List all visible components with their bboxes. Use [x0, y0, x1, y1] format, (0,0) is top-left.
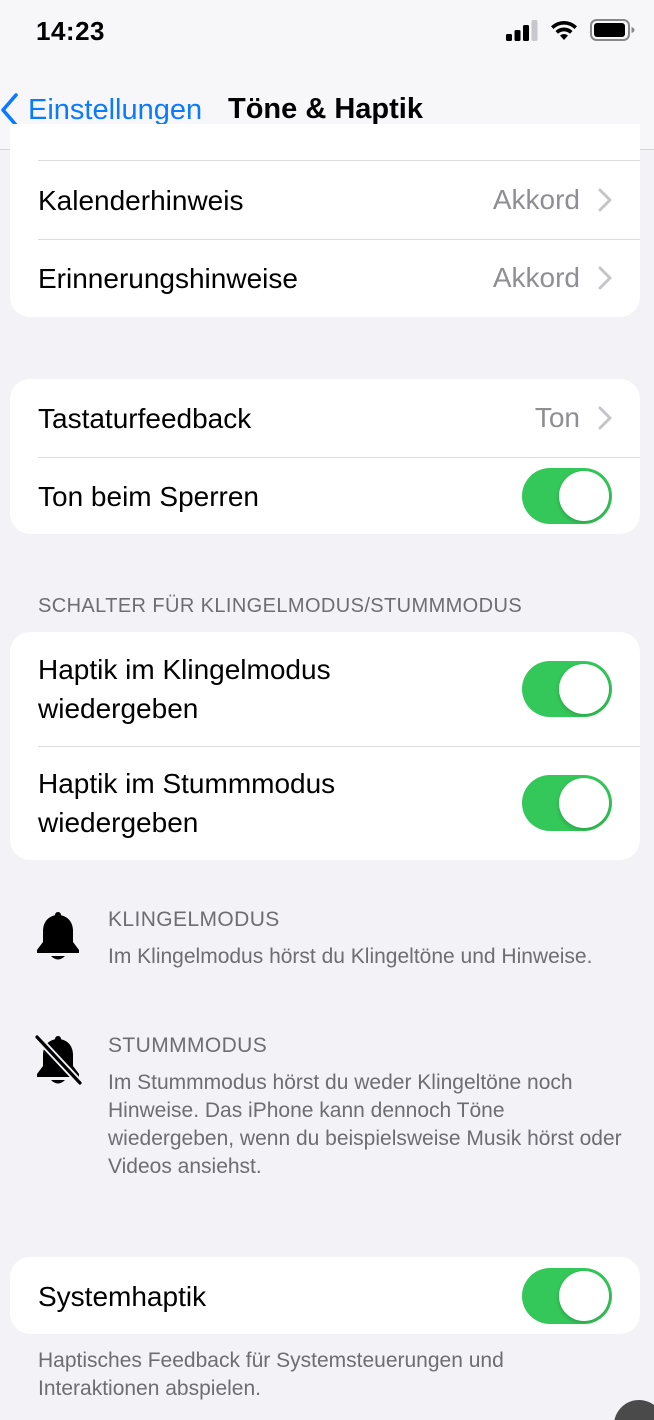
system-haptics-footer: Haptisches Feedback für Systemsteuerunge… — [38, 1349, 504, 1400]
status-time: 14:23 — [36, 16, 105, 46]
silent-mode-info: STUMMMODUS Im Stummmodus hörst du weder … — [0, 1031, 654, 1191]
row-label: Ton beim Sperren — [38, 480, 260, 512]
status-icons — [506, 18, 636, 42]
row-label: Haptik im Klingelmodus wiedergeben — [38, 654, 331, 724]
info-title: KLINGELMODUS — [108, 908, 280, 931]
chevron-right-icon — [598, 406, 612, 430]
haptics-silent-mode-toggle[interactable] — [522, 775, 612, 831]
row-value: Ton — [534, 402, 580, 433]
system-haptics-toggle[interactable] — [522, 1268, 612, 1324]
row-label: Haptik im Stummmodus wiedergeben — [38, 768, 336, 838]
row-lock-sound: Ton beim Sperren — [10, 457, 640, 534]
row-reminder-alerts[interactable]: Erinnerungshinweise Akkord — [10, 239, 640, 317]
info-text: Im Stummmodus hörst du weder Klingeltöne… — [108, 1071, 622, 1178]
system-haptics-group: Systemhaptik — [10, 1257, 640, 1334]
row-value: Akkord — [492, 262, 580, 293]
system-sounds-group: Tastaturfeedback Ton Ton beim Sperren — [10, 379, 640, 534]
section-header: SCHALTER FÜR KLINGELMODUS/STUMMMODUS — [38, 595, 523, 617]
row-label: Erinnerungshinweise — [38, 262, 298, 294]
row-haptics-ring-mode: Haptik im Klingelmodus wiedergeben — [10, 632, 640, 746]
page-title: Töne & Haptik — [228, 93, 423, 125]
ring-mode-info: KLINGELMODUS Im Klingelmodus hörst du Kl… — [0, 905, 654, 1005]
battery-icon — [590, 19, 635, 41]
chevron-right-icon — [598, 266, 612, 290]
assistive-touch-button[interactable] — [614, 1400, 654, 1420]
haptics-ring-mode-toggle[interactable] — [522, 661, 612, 717]
back-button-label: Einstellungen — [28, 93, 203, 126]
chevron-left-icon — [1, 93, 18, 127]
alert-tones-group: Kalenderhinweis Akkord Erinnerungshinwei… — [10, 124, 640, 317]
ring-silent-group: Haptik im Klingelmodus wiedergeben Hapti… — [10, 632, 640, 860]
status-bar: 14:23 — [0, 0, 654, 66]
lock-sound-toggle[interactable] — [522, 468, 612, 524]
chevron-right-icon — [598, 188, 612, 212]
row-label: Kalenderhinweis — [38, 184, 244, 216]
row-partial — [10, 124, 640, 161]
row-keyboard-feedback[interactable]: Tastaturfeedback Ton — [10, 379, 640, 457]
row-haptics-silent-mode: Haptik im Stummmodus wiedergeben — [10, 746, 640, 860]
row-label: Tastaturfeedback — [38, 402, 252, 434]
row-system-haptics: Systemhaptik — [10, 1257, 640, 1334]
row-value: Akkord — [492, 184, 580, 215]
info-title: STUMMMODUS — [108, 1034, 268, 1057]
row-calendar-alerts[interactable]: Kalenderhinweis Akkord — [10, 161, 640, 239]
row-label: Systemhaptik — [38, 1280, 207, 1312]
cellular-signal-icon — [506, 20, 538, 41]
bell-slash-icon — [33, 1033, 84, 1087]
bell-icon — [37, 912, 79, 960]
info-text: Im Klingelmodus hörst du Klingeltöne und… — [108, 945, 593, 968]
wifi-icon — [551, 20, 577, 40]
